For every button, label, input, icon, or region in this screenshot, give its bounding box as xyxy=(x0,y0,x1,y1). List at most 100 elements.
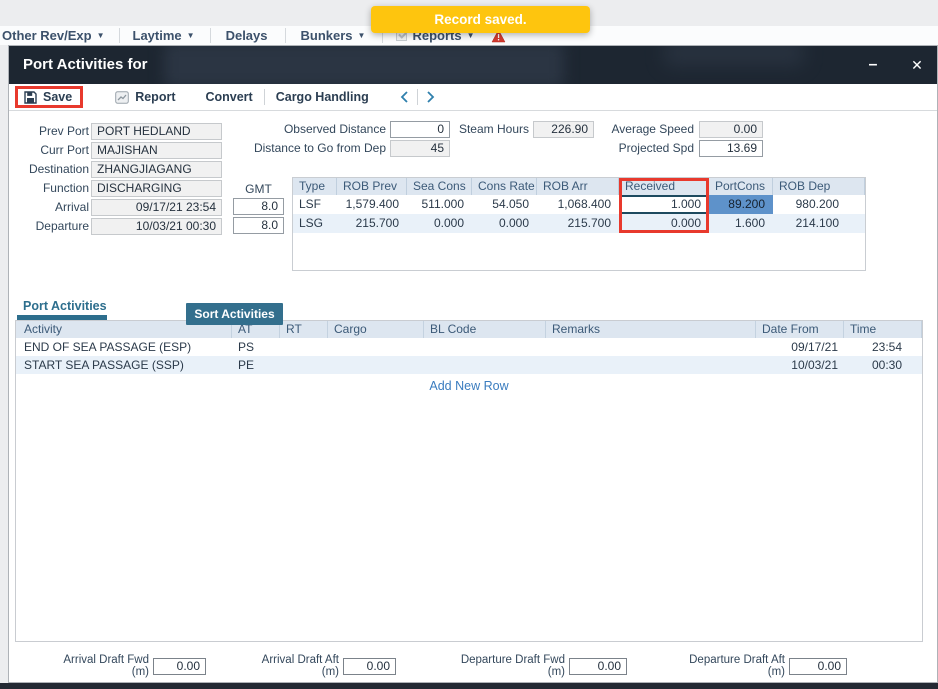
column-header-rob-prev[interactable]: ROB Prev xyxy=(337,178,407,195)
departure-draft-fwd-field[interactable]: 0.00 xyxy=(569,658,627,675)
activity-cell[interactable]: START SEA PASSAGE (SSP) xyxy=(16,356,232,374)
cargo-handling-button[interactable]: Cargo Handling xyxy=(276,90,369,104)
bunker-sea-cons-cell[interactable]: 0.000 xyxy=(407,214,472,233)
bunkers-panel: Type ROB Prev Sea Cons Cons Rate ROB Arr… xyxy=(292,177,866,271)
projected-spd-field[interactable]: 13.69 xyxy=(699,140,763,157)
tab-port-activities[interactable]: Port Activities xyxy=(23,299,107,313)
chevron-right-icon[interactable] xyxy=(425,90,436,104)
redacted-text xyxy=(664,46,804,66)
column-header-rt[interactable]: RT xyxy=(280,321,328,338)
bunker-cons-rate-cell[interactable]: 54.050 xyxy=(472,195,537,214)
bunker-type-cell[interactable]: LSG xyxy=(293,214,337,233)
menu-item-bunkers[interactable]: Bunkers ▼ xyxy=(301,28,366,43)
menu-item-laytime[interactable]: Laytime ▼ xyxy=(133,28,195,43)
bunker-rob-prev-cell[interactable]: 1,579.400 xyxy=(337,195,407,214)
save-label: Save xyxy=(43,90,72,104)
column-header-type[interactable]: Type xyxy=(293,178,337,195)
distance-to-go-label: Distance to Go from Dep xyxy=(249,140,386,157)
column-header-time[interactable]: Time xyxy=(844,321,922,338)
bunker-received-cell-focused[interactable]: 1.000 xyxy=(619,195,709,214)
close-button[interactable]: ✕ xyxy=(905,46,929,84)
observed-distance-field[interactable]: 0 xyxy=(390,121,450,138)
screen: Record saved. Other Rev/Exp ▼ Laytime ▼ … xyxy=(0,0,938,689)
column-header-port-cons[interactable]: PortCons xyxy=(709,178,773,195)
bunker-rob-dep-cell[interactable]: 980.200 xyxy=(773,195,865,214)
bunker-rob-prev-cell[interactable]: 215.700 xyxy=(337,214,407,233)
at-cell[interactable]: PE xyxy=(232,356,280,374)
bl-code-cell[interactable] xyxy=(424,356,546,374)
arrival-draft-aft-field[interactable]: 0.00 xyxy=(343,658,396,675)
column-header-cargo[interactable]: Cargo xyxy=(328,321,424,338)
activity-row-ssp[interactable]: START SEA PASSAGE (SSP) PE 10/03/21 00:3… xyxy=(16,356,922,374)
bunker-port-cons-cell[interactable]: 1.600 xyxy=(709,214,773,233)
departure-draft-aft-field[interactable]: 0.00 xyxy=(789,658,847,675)
activity-row-esp[interactable]: END OF SEA PASSAGE (ESP) PS 09/17/21 23:… xyxy=(16,338,922,356)
date-from-cell[interactable]: 10/03/21 xyxy=(756,356,844,374)
projected-spd-label: Projected Spd xyxy=(549,140,694,157)
bunker-port-cons-cell-selected[interactable]: 89.200 xyxy=(709,195,773,214)
distance-to-go-field[interactable]: 45 xyxy=(390,140,450,157)
report-button[interactable]: Report xyxy=(115,90,175,104)
bunker-rob-dep-cell[interactable]: 214.100 xyxy=(773,214,865,233)
report-chart-icon xyxy=(115,91,129,104)
convert-button[interactable]: Convert xyxy=(205,90,252,104)
column-header-cons-rate[interactable]: Cons Rate xyxy=(472,178,537,195)
time-cell[interactable]: 00:30 xyxy=(844,356,922,374)
activities-header-row: Activity AT RT Cargo BL Code Remarks Dat… xyxy=(16,321,922,338)
column-header-date-from[interactable]: Date From xyxy=(756,321,844,338)
dialog-title: Port Activities for xyxy=(23,46,147,84)
gmt-departure-field[interactable]: 8.0 xyxy=(233,217,284,234)
curr-port-field[interactable]: MAJISHAN xyxy=(91,142,222,159)
at-cell[interactable]: PS xyxy=(232,338,280,356)
activity-cell[interactable]: END OF SEA PASSAGE (ESP) xyxy=(16,338,232,356)
bl-code-cell[interactable] xyxy=(424,338,546,356)
arrival-draft-fwd-field[interactable]: 0.00 xyxy=(153,658,206,675)
function-field[interactable]: DISCHARGING xyxy=(91,180,222,197)
toolbar-separator xyxy=(264,89,265,105)
remarks-cell[interactable] xyxy=(546,356,756,374)
function-label: Function xyxy=(9,180,89,197)
remarks-cell[interactable] xyxy=(546,338,756,356)
column-header-sea-cons[interactable]: Sea Cons xyxy=(407,178,472,195)
column-header-remarks[interactable]: Remarks xyxy=(546,321,756,338)
menu-label: Bunkers xyxy=(301,28,353,43)
column-header-rob-arr[interactable]: ROB Arr xyxy=(537,178,619,195)
rt-cell[interactable] xyxy=(280,356,328,374)
gmt-arrival-field[interactable]: 8.0 xyxy=(233,198,284,215)
column-header-bl-code[interactable]: BL Code xyxy=(424,321,546,338)
bunker-rob-arr-cell[interactable]: 215.700 xyxy=(537,214,619,233)
menu-item-delays[interactable]: Delays xyxy=(226,28,268,43)
prev-port-field[interactable]: PORT HEDLAND xyxy=(91,123,222,140)
menu-item-other-rev-exp[interactable]: Other Rev/Exp ▼ xyxy=(2,28,105,43)
time-cell[interactable]: 23:54 xyxy=(844,338,922,356)
dialog-titlebar: Port Activities for – ✕ xyxy=(9,46,937,84)
minimize-button[interactable]: – xyxy=(861,46,885,84)
port-activities-dialog: Port Activities for – ✕ Save Report Conv… xyxy=(8,45,938,683)
bunker-sea-cons-cell[interactable]: 511.000 xyxy=(407,195,472,214)
cargo-cell[interactable] xyxy=(328,338,424,356)
date-from-cell[interactable]: 09/17/21 xyxy=(756,338,844,356)
tab-sort-activities[interactable]: Sort Activities xyxy=(186,303,283,325)
save-button[interactable]: Save xyxy=(15,86,83,108)
menu-separator xyxy=(285,28,286,43)
average-speed-field[interactable]: 0.00 xyxy=(699,121,763,138)
cargo-cell[interactable] xyxy=(328,356,424,374)
column-header-received[interactable]: Received xyxy=(619,178,709,195)
bunker-cons-rate-cell[interactable]: 0.000 xyxy=(472,214,537,233)
rt-cell[interactable] xyxy=(280,338,328,356)
chevron-left-icon[interactable] xyxy=(399,90,410,104)
average-speed-label: Average Speed xyxy=(549,121,694,138)
arrival-draft-aft-label: Arrival Draft Aft (m) xyxy=(244,654,339,678)
bunker-type-cell[interactable]: LSF xyxy=(293,195,337,214)
arrival-field[interactable]: 09/17/21 23:54 xyxy=(91,199,222,216)
arrival-draft-fwd-group: Arrival Draft Fwd (m) 0.00 xyxy=(46,657,206,675)
departure-draft-aft-label: Departure Draft Aft (m) xyxy=(669,654,785,678)
bunker-received-cell[interactable]: 0.000 xyxy=(619,214,709,233)
departure-field[interactable]: 10/03/21 00:30 xyxy=(91,218,222,235)
add-new-row-link[interactable]: Add New Row xyxy=(16,379,922,393)
bunker-rob-arr-cell[interactable]: 1,068.400 xyxy=(537,195,619,214)
column-header-rob-dep[interactable]: ROB Dep xyxy=(773,178,865,195)
curr-port-label: Curr Port xyxy=(9,142,89,159)
destination-field[interactable]: ZHANGJIAGANG xyxy=(91,161,222,178)
menu-separator xyxy=(210,28,211,43)
